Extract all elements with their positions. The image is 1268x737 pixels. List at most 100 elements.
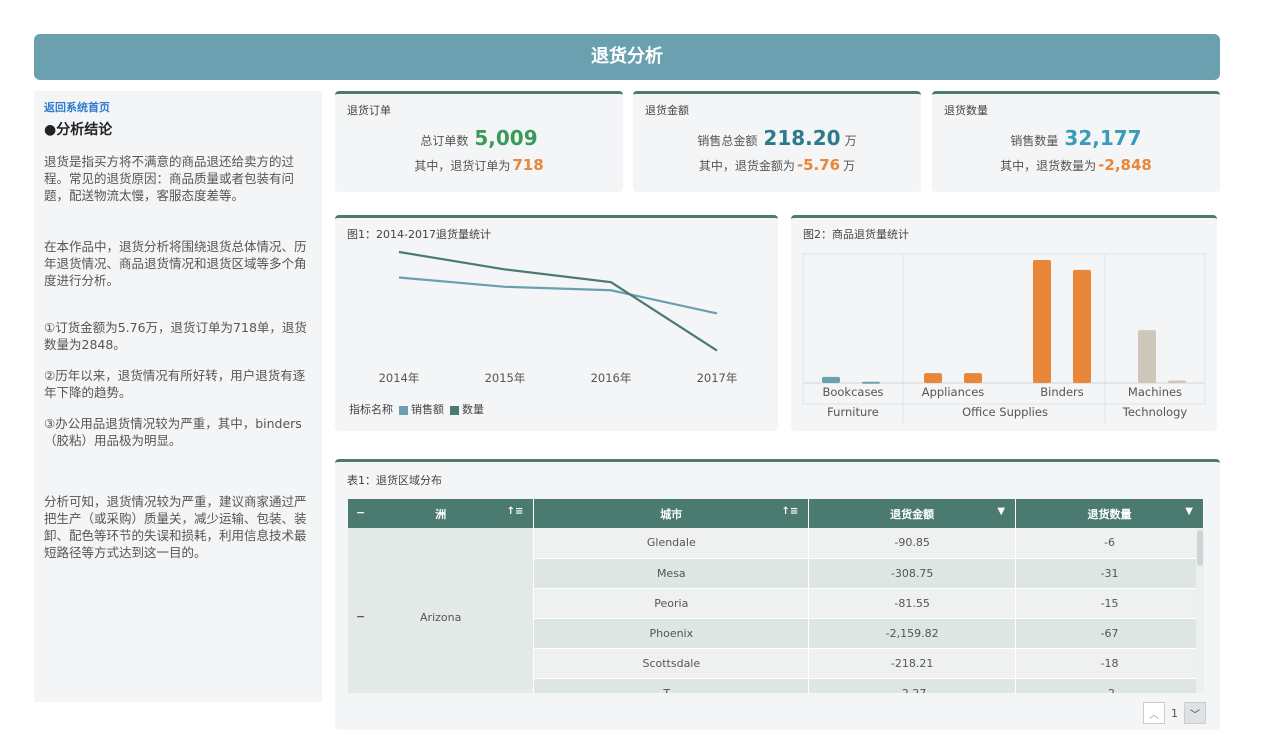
kpi-value: 32,177	[1064, 126, 1142, 150]
bar-bookcases[interactable]	[822, 376, 840, 383]
legend-swatch	[450, 405, 459, 415]
x-tick-label: Furniture	[827, 405, 879, 419]
x-tick-label: Binders	[1040, 385, 1083, 399]
kpi-title: 退货金额	[645, 104, 689, 117]
table-scrollbar[interactable]	[1196, 528, 1204, 693]
page-down-button[interactable]: ﹀	[1184, 702, 1206, 724]
region-table-card: 表1：退货区域分布 − 洲 ↑≡ 城市 ↑≡ 退货金额 ▼ 退货数量 ▼ − A…	[335, 459, 1220, 730]
kpi-title: 退货数量	[944, 104, 988, 117]
amount-cell: -81.55	[808, 588, 1017, 619]
bar-art[interactable]	[964, 373, 982, 383]
col-header-amount[interactable]: 退货金额 ▼	[808, 499, 1017, 528]
chart-title: 图2：商品退货量统计	[803, 228, 909, 241]
kpi-label: 销售总金额	[697, 134, 758, 148]
bar-chairs[interactable]	[862, 381, 880, 384]
col-header-city[interactable]: 城市 ↑≡	[533, 499, 810, 528]
kpi-sub-label: 其中，退货金额为	[698, 159, 795, 173]
page-title: 退货分析	[34, 34, 1220, 80]
x-tick-label: 2014年	[379, 371, 420, 385]
qty-cell: -2	[1015, 678, 1204, 693]
city-cell: Peoria	[533, 588, 810, 619]
pagination: ︿ 1 ﹀	[1143, 702, 1206, 724]
kpi-sub-unit: 万	[843, 159, 856, 173]
col-header-state[interactable]: − 洲 ↑≡	[348, 499, 535, 528]
qty-cell: -6	[1015, 528, 1204, 559]
state-cell: − Arizona	[348, 528, 535, 693]
x-tick-label: Machines	[1128, 385, 1182, 399]
sort-icon[interactable]: ↑≡	[781, 506, 798, 517]
collapse-row-icon[interactable]: −	[356, 610, 365, 623]
header-label: 城市	[660, 507, 683, 521]
x-tick-label: 2016年	[591, 371, 632, 385]
bar-binders[interactable]	[1033, 260, 1051, 383]
bar-envelopes[interactable]	[1073, 269, 1091, 383]
kpi-label: 总订单数	[420, 134, 469, 148]
paragraph-summary: 分析可知，退货情况较为严重，建议商家通过严把生产（或采购）质量关，减少运输、包装…	[44, 494, 307, 560]
qty-cell: -18	[1015, 648, 1204, 679]
amount-cell: -90.85	[808, 528, 1017, 559]
region-table: − 洲 ↑≡ 城市 ↑≡ 退货金额 ▼ 退货数量 ▼ − Arizona Gle…	[348, 499, 1204, 693]
table-title: 表1：退货区域分布	[347, 474, 442, 487]
analysis-panel: 返回系统首页 ●分析结论 退货是指买方将不满意的商品退还给卖方的过程。常见的退货…	[34, 91, 322, 702]
paragraph-point-1: ①订货金额为5.76万，退货订单为718单，退货数量为2848。	[44, 320, 307, 352]
scrollbar-thumb[interactable]	[1197, 530, 1203, 566]
line-chart-card: 图1：2014-2017退货量统计 2014年 2015年 2016年 2017年 指…	[335, 215, 778, 431]
x-tick-label: 2015年	[485, 371, 526, 385]
header-label: 退货数量	[1087, 507, 1132, 521]
header-label: 洲	[435, 507, 447, 521]
collapse-all-icon[interactable]: −	[356, 506, 365, 519]
legend-title: 指标名称	[349, 403, 393, 416]
kpi-card-quantity: 退货数量 销售数量 32,177 其中，退货数量为 -2,848	[932, 91, 1220, 192]
bar-phones[interactable]	[1168, 380, 1186, 383]
kpi-label: 销售数量	[1010, 134, 1059, 148]
kpi-value: 5,009	[474, 126, 538, 150]
paragraph-intro: 退货是指买方将不满意的商品退还给卖方的过程。常见的退货原因：商品质量或者包装有问…	[44, 154, 295, 203]
qty-cell: -31	[1015, 558, 1204, 589]
header-label: 退货金额	[890, 507, 935, 521]
bar-chart-card: 图2：商品退货量统计 Bookcases Appliances Binders Mac…	[791, 215, 1217, 431]
legend-item-sales[interactable]: 销售额	[399, 401, 444, 417]
city-cell: Mesa	[533, 558, 810, 589]
kpi-sub-value: -5.76	[796, 156, 841, 174]
dropdown-icon[interactable]: ▼	[997, 506, 1005, 517]
kpi-title: 退货订单	[347, 104, 391, 117]
amount-cell: -308.75	[808, 558, 1017, 589]
kpi-card-amount: 退货金额 销售总金额 218.20 万 其中，退货金额为 -5.76 万	[633, 91, 921, 192]
city-cell: Phoenix	[533, 618, 810, 649]
bar-machines[interactable]	[1138, 330, 1156, 383]
back-home-link[interactable]: 返回系统首页	[44, 99, 312, 116]
kpi-card-orders: 退货订单 总订单数 5,009 其中，退货订单为 718	[335, 91, 623, 192]
x-tick-label: Appliances	[922, 385, 985, 399]
line-chart: 2014年 2015年 2016年 2017年	[379, 250, 737, 385]
conclusion-title: ●分析结论	[44, 122, 113, 138]
col-header-quantity[interactable]: 退货数量 ▼	[1015, 499, 1204, 528]
kpi-sub-label: 其中，退货订单为	[414, 159, 511, 173]
table-row: − Arizona Glendale -90.85 -6	[348, 528, 1204, 693]
x-tick-label: Technology	[1122, 405, 1188, 419]
bar-chart: Bookcases Appliances Binders Machines Furnit…	[802, 253, 1206, 423]
qty-cell: -67	[1015, 618, 1204, 649]
paragraph-point-2: ②历年以来，退货情况有所好转，用户退货有逐年下降的趋势。	[44, 368, 306, 400]
bar-appliances[interactable]	[924, 373, 942, 383]
series-line-0[interactable]	[398, 276, 718, 315]
table-viewport[interactable]: − 洲 ↑≡ 城市 ↑≡ 退货金额 ▼ 退货数量 ▼ − Arizona Gle…	[348, 499, 1204, 693]
kpi-unit: 万	[844, 134, 857, 148]
page-up-button[interactable]: ︿	[1143, 702, 1165, 724]
page-number: 1	[1171, 706, 1178, 720]
kpi-sub-label: 其中，退货数量为	[1000, 159, 1097, 173]
city-cell: Glendale	[533, 528, 810, 559]
legend-item-quantity[interactable]: 数量	[450, 401, 484, 417]
x-tick-label: Bookcases	[822, 385, 883, 399]
dropdown-icon[interactable]: ▼	[1185, 506, 1193, 517]
amount-cell: -2,159.82	[808, 618, 1017, 649]
series-line-1[interactable]	[398, 250, 718, 352]
state-name: Arizona	[420, 611, 462, 625]
sort-icon[interactable]: ↑≡	[507, 506, 524, 517]
kpi-sub-value: 718	[512, 156, 544, 174]
legend-swatch	[399, 405, 408, 415]
kpi-sub-value: -2,848	[1098, 156, 1152, 174]
legend-label: 数量	[462, 403, 484, 416]
legend-label: 销售额	[411, 403, 444, 416]
paragraph-point-3: ③办公用品退货情况较为严重，其中，binders（胶粘）用品极为明显。	[44, 416, 302, 448]
x-tick-label: Office Supplies	[962, 405, 1048, 419]
